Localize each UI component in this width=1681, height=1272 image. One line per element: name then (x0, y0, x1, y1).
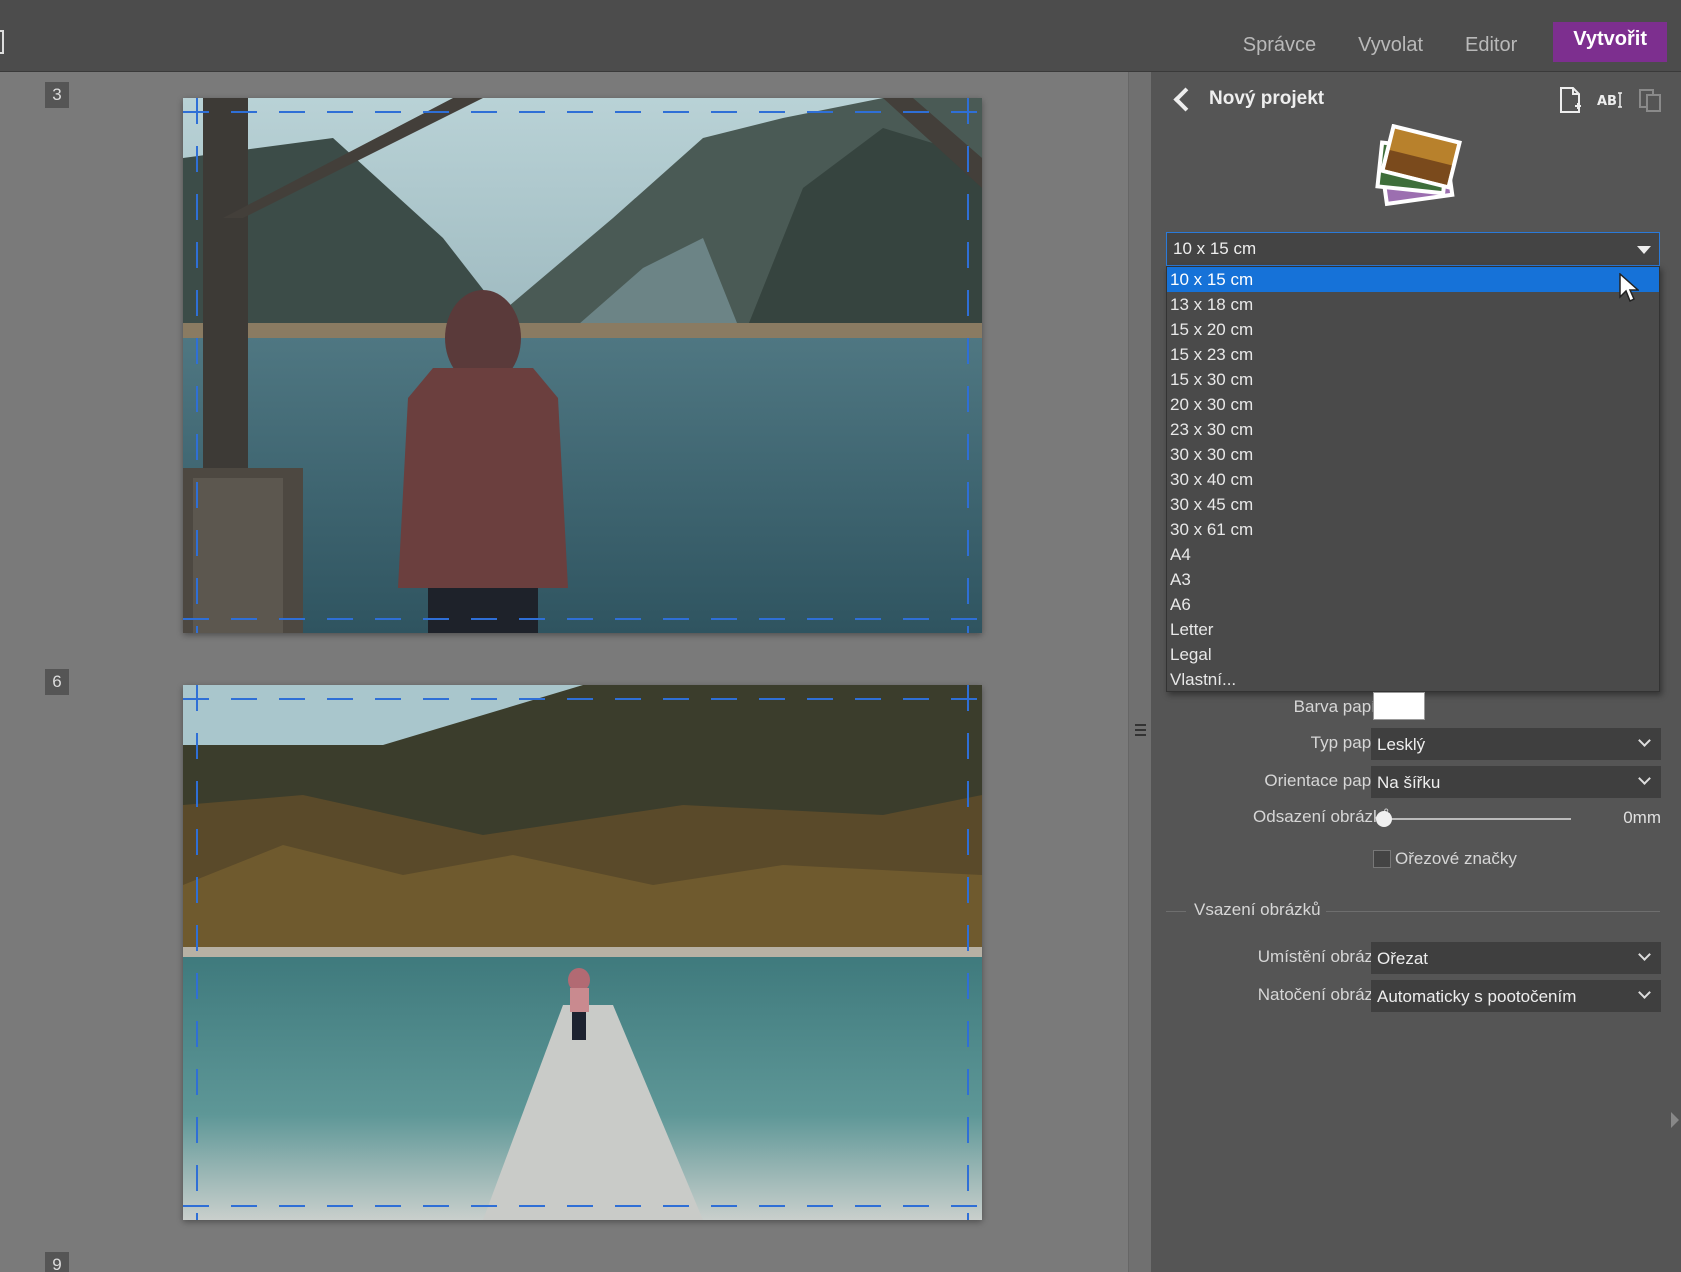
format-option[interactable]: A4 (1167, 542, 1659, 567)
chevron-down-icon (1638, 772, 1651, 785)
format-option[interactable]: A3 (1167, 567, 1659, 592)
svg-text:AB: AB (1597, 94, 1617, 109)
photo-page-pier[interactable] (183, 685, 982, 1220)
chevron-down-icon (1638, 948, 1651, 961)
image-rotation-row: Natočení obrázků Automaticky s pootočení… (1151, 980, 1681, 1012)
format-option[interactable]: A6 (1167, 592, 1659, 617)
section-title: Vsazení obrázků (1194, 900, 1321, 919)
page-number: 9 (45, 1252, 69, 1272)
photo-image (183, 98, 982, 633)
panel-expand-arrow-icon[interactable] (1671, 1112, 1679, 1128)
crop-marks-checkbox[interactable] (1373, 850, 1391, 868)
format-select[interactable]: 10 x 15 cm (1166, 232, 1660, 266)
chevron-down-icon (1638, 734, 1651, 747)
format-option[interactable]: 10 x 15 cm (1167, 267, 1659, 292)
crop-marks-label[interactable]: Ořezové značky (1395, 849, 1517, 869)
tab-vytvorit[interactable]: Vytvořit (1553, 22, 1667, 62)
format-dropdown-list: 10 x 15 cm 13 x 18 cm 15 x 20 cm 15 x 23… (1166, 266, 1660, 692)
format-option[interactable]: 30 x 61 cm (1167, 517, 1659, 542)
image-offset-label: Odsazení obrázků (1253, 807, 1391, 826)
paper-orientation-value: Na šířku (1377, 773, 1441, 792)
photo-image (183, 685, 982, 1220)
image-rotation-select[interactable]: Automaticky s pootočením (1371, 980, 1661, 1012)
paper-type-select[interactable]: Lesklý (1371, 728, 1661, 760)
format-option[interactable]: 30 x 45 cm (1167, 492, 1659, 517)
paper-type-value: Lesklý (1377, 735, 1426, 754)
format-option[interactable]: Letter (1167, 617, 1659, 642)
top-bar: Správce Vyvolat Editor Vytvořit (0, 0, 1681, 72)
photo-page-lake-woman[interactable] (183, 98, 982, 633)
header-tools: AB (1557, 86, 1663, 114)
image-rotation-value: Automaticky s pootočením (1377, 987, 1577, 1006)
module-tabs: Správce Vyvolat Editor Vytvořit (1201, 22, 1667, 62)
text-tool-icon[interactable]: AB (1597, 86, 1623, 114)
format-option[interactable]: 30 x 40 cm (1167, 467, 1659, 492)
project-settings-panel: Nový projekt AB 10 x 15 cm 10 x 15 cm 13… (1151, 72, 1681, 1272)
image-placement-value: Ořezat (1377, 949, 1429, 968)
image-offset-value: 0mm (1623, 808, 1661, 827)
format-option[interactable]: 30 x 30 cm (1167, 442, 1659, 467)
tab-editor[interactable]: Editor (1465, 28, 1517, 57)
image-placement-select[interactable]: Ořezat (1371, 942, 1661, 974)
new-page-icon[interactable] (1557, 86, 1583, 114)
section-divider (1326, 911, 1660, 912)
crop-marks-row: Ořezové značky (1151, 846, 1681, 878)
page-number: 6 (45, 669, 69, 695)
tab-spravce[interactable]: Správce (1243, 28, 1316, 57)
format-option[interactable]: 13 x 18 cm (1167, 292, 1659, 317)
copy-page-icon[interactable] (1637, 86, 1663, 114)
tab-vyvolat[interactable]: Vyvolat (1358, 28, 1423, 57)
paper-orientation-row: Orientace papíru Na šířku (1151, 766, 1681, 798)
dropdown-arrow-icon[interactable] (1637, 246, 1651, 254)
section-divider (1166, 911, 1186, 912)
photo-stack-icon (1375, 124, 1462, 207)
format-option[interactable]: Legal (1167, 642, 1659, 667)
paper-orientation-select[interactable]: Na šířku (1371, 766, 1661, 798)
format-select-value: 10 x 15 cm (1173, 239, 1257, 258)
page-number: 3 (45, 82, 69, 108)
format-option[interactable]: Vlastní... (1167, 667, 1659, 692)
panel-splitter[interactable] (1128, 72, 1151, 1272)
image-offset-slider-handle[interactable] (1376, 811, 1392, 827)
page-canvas[interactable]: 3 6 9 (0, 72, 1128, 1272)
paper-color-swatch[interactable] (1373, 692, 1425, 720)
image-placement-row: Umístění obrázků Ořezat (1151, 942, 1681, 974)
mouse-cursor-icon (1619, 273, 1639, 303)
image-offset-slider-track[interactable] (1381, 818, 1571, 820)
image-fit-section: Vsazení obrázků (1166, 898, 1660, 928)
paper-color-row: Barva papíru (1151, 692, 1681, 724)
format-option[interactable]: 23 x 30 cm (1167, 417, 1659, 442)
format-option[interactable]: 15 x 20 cm (1167, 317, 1659, 342)
image-offset-row: Odsazení obrázků 0mm (1151, 802, 1681, 834)
panel-header: Nový projekt (1173, 86, 1324, 112)
panel-title: Nový projekt (1209, 88, 1325, 109)
chevron-down-icon (1638, 986, 1651, 999)
splitter-grip-icon[interactable] (1135, 724, 1146, 736)
paper-type-row: Typ papíru Lesklý (1151, 728, 1681, 760)
format-option[interactable]: 20 x 30 cm (1167, 392, 1659, 417)
back-arrow-icon[interactable] (1173, 86, 1189, 112)
format-option[interactable]: 15 x 30 cm (1167, 367, 1659, 392)
format-option[interactable]: 15 x 23 cm (1167, 342, 1659, 367)
window-edge-mark (0, 30, 4, 54)
